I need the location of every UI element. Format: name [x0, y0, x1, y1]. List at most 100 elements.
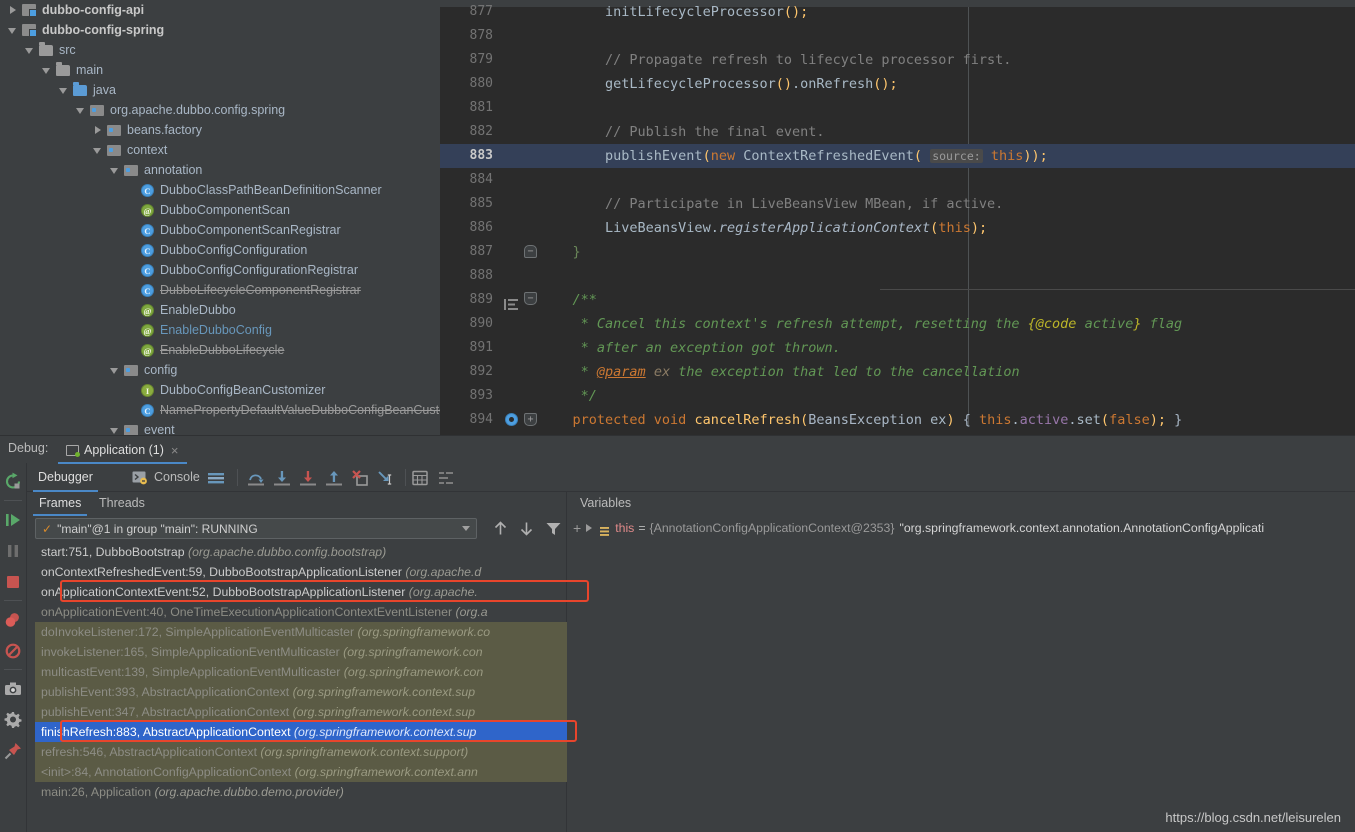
stack-frame-row[interactable]: onApplicationContextEvent:52, DubboBoots…: [35, 582, 567, 602]
code-line[interactable]: 894 + protected void cancelRefresh(BeansE…: [440, 408, 1355, 432]
tree-expand-arrow[interactable]: [59, 85, 70, 96]
tree-node[interactable]: beans.factory: [0, 120, 440, 140]
stack-frame-row[interactable]: multicastEvent:139, SimpleApplicationEve…: [35, 662, 567, 682]
editor-gutter[interactable]: [502, 192, 540, 216]
stack-frame-row[interactable]: onApplicationEvent:40, OneTimeExecutionA…: [35, 602, 567, 622]
tree-expand-arrow[interactable]: [127, 245, 138, 256]
tree-expand-arrow[interactable]: [25, 45, 36, 56]
tab-debugger[interactable]: Debugger: [33, 463, 98, 492]
stack-frame-row[interactable]: invokeListener:165, SimpleApplicationEve…: [35, 642, 567, 662]
pin-icon[interactable]: [1, 739, 25, 763]
tree-node[interactable]: dubbo-config-spring: [0, 20, 440, 40]
debug-session-tab[interactable]: Application (1) ×: [58, 438, 187, 464]
tree-node[interactable]: C DubboConfigConfigurationRegistrar: [0, 260, 440, 280]
tree-expand-arrow[interactable]: [127, 185, 138, 196]
call-stack-list[interactable]: start:751, DubboBootstrap (org.apache.du…: [35, 542, 567, 827]
code-line[interactable]: 877 initLifecycleProcessor();: [440, 0, 1355, 24]
code-line[interactable]: 892 * @param ex the exception that led t…: [440, 360, 1355, 384]
tree-node[interactable]: java: [0, 80, 440, 100]
code-line[interactable]: 878: [440, 24, 1355, 48]
code-line[interactable]: 884: [440, 168, 1355, 192]
step-out-icon[interactable]: [325, 469, 343, 487]
tree-expand-arrow[interactable]: [127, 205, 138, 216]
camera-icon[interactable]: [1, 677, 25, 701]
debug-left-toolbar[interactable]: [0, 463, 27, 832]
tree-node[interactable]: C DubboComponentScanRegistrar: [0, 220, 440, 240]
tree-expand-arrow[interactable]: [127, 405, 138, 416]
tree-expand-arrow[interactable]: [127, 385, 138, 396]
frame-down-icon[interactable]: [517, 519, 536, 538]
editor-gutter[interactable]: [502, 168, 540, 192]
tree-node[interactable]: main: [0, 60, 440, 80]
tree-expand-arrow[interactable]: [127, 285, 138, 296]
code-line[interactable]: 881: [440, 96, 1355, 120]
stack-frame-row[interactable]: finishRefresh:883, AbstractApplicationCo…: [35, 722, 567, 742]
stack-frame-row[interactable]: onContextRefreshedEvent:59, DubboBootstr…: [35, 562, 567, 582]
stack-frame-row[interactable]: <init>:84, AnnotationConfigApplicationCo…: [35, 762, 567, 782]
editor-gutter[interactable]: [502, 384, 540, 408]
close-icon[interactable]: ×: [171, 443, 179, 458]
editor-gutter[interactable]: [502, 336, 540, 360]
code-line[interactable]: 888: [440, 264, 1355, 288]
code-line-current[interactable]: 883 publishEvent(new ContextRefreshedEve…: [440, 144, 1355, 168]
code-line[interactable]: 890 * Cancel this context's refresh atte…: [440, 312, 1355, 336]
mute-breakpoints-icon[interactable]: [1, 639, 25, 663]
step-over-icon[interactable]: [247, 469, 265, 487]
fold-marker-icon[interactable]: −: [524, 245, 537, 258]
tree-expand-arrow[interactable]: [110, 165, 121, 176]
tree-expand-arrow[interactable]: [127, 345, 138, 356]
editor-gutter[interactable]: [502, 360, 540, 384]
tree-node[interactable]: @ EnableDubboLifecycle: [0, 340, 440, 360]
tree-node[interactable]: C NamePropertyDefaultValueDubboConfigBean…: [0, 400, 440, 420]
tree-node[interactable]: C DubboLifecycleComponentRegistrar: [0, 280, 440, 300]
tree-node[interactable]: dubbo-config-api: [0, 0, 440, 20]
tree-node[interactable]: event: [0, 420, 440, 435]
tree-node[interactable]: @ EnableDubboConfig: [0, 320, 440, 340]
evaluate-expression-icon[interactable]: [411, 469, 429, 487]
settings-icon[interactable]: [1, 708, 25, 732]
tab-frames[interactable]: Frames: [33, 492, 88, 516]
stop-icon[interactable]: [1, 570, 25, 594]
frame-up-icon[interactable]: [491, 519, 510, 538]
tab-threads[interactable]: Threads: [93, 492, 151, 516]
editor-gutter[interactable]: [502, 216, 540, 240]
thread-selector[interactable]: ✓ "main"@1 in group "main": RUNNING: [35, 518, 477, 539]
code-line[interactable]: 885 // Participate in LiveBeansView MBea…: [440, 192, 1355, 216]
editor-gutter[interactable]: −: [502, 288, 540, 312]
editor-gutter[interactable]: −: [502, 240, 540, 264]
editor-gutter[interactable]: [502, 96, 540, 120]
tree-node[interactable]: context: [0, 140, 440, 160]
tree-node[interactable]: C DubboClassPathBeanDefinitionScanner: [0, 180, 440, 200]
editor-gutter[interactable]: [502, 120, 540, 144]
editor-gutter[interactable]: +: [502, 408, 540, 432]
tree-node[interactable]: @ EnableDubbo: [0, 300, 440, 320]
tree-node[interactable]: config: [0, 360, 440, 380]
tree-expand-arrow[interactable]: [93, 125, 104, 136]
tree-expand-arrow[interactable]: [127, 305, 138, 316]
tree-expand-arrow[interactable]: [76, 105, 87, 116]
code-line[interactable]: 879 // Propagate refresh to lifecycle pr…: [440, 48, 1355, 72]
editor-gutter[interactable]: [502, 312, 540, 336]
tree-expand-arrow[interactable]: [8, 25, 19, 36]
resume-program-icon[interactable]: [1, 508, 25, 532]
expand-plus-icon[interactable]: +: [573, 518, 581, 538]
tree-node[interactable]: org.apache.dubbo.config.spring: [0, 100, 440, 120]
code-line[interactable]: 893 */: [440, 384, 1355, 408]
view-breakpoints-icon[interactable]: [1, 608, 25, 632]
implemented-method-icon[interactable]: [504, 294, 518, 310]
fold-marker-icon[interactable]: −: [524, 292, 537, 305]
tree-node[interactable]: src: [0, 40, 440, 60]
override-method-icon[interactable]: [505, 413, 518, 426]
code-editor[interactable]: 877 initLifecycleProcessor(); 878 879 // P…: [440, 0, 1355, 435]
drop-frame-icon[interactable]: [351, 469, 369, 487]
tree-node[interactable]: annotation: [0, 160, 440, 180]
tree-expand-arrow[interactable]: [93, 145, 104, 156]
code-line[interactable]: 891 * after an exception got thrown.: [440, 336, 1355, 360]
stack-frame-row[interactable]: doInvokeListener:172, SimpleApplicationE…: [35, 622, 567, 642]
editor-gutter[interactable]: [502, 0, 540, 24]
force-step-into-icon[interactable]: [299, 469, 317, 487]
stack-frame-row[interactable]: refresh:546, AbstractApplicationContext …: [35, 742, 567, 762]
tree-expand-arrow[interactable]: [127, 225, 138, 236]
chevron-down-icon[interactable]: [462, 526, 470, 531]
editor-gutter[interactable]: [502, 48, 540, 72]
